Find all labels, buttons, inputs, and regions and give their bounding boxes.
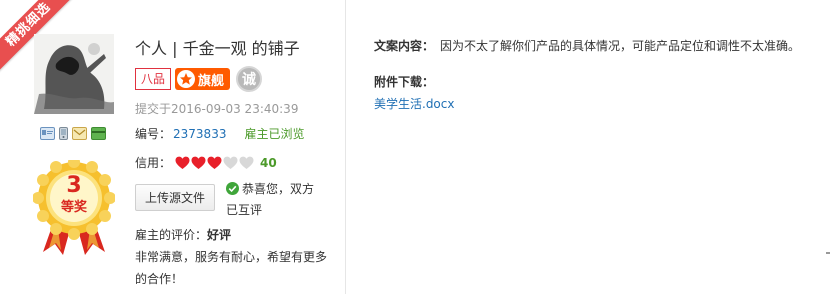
- content-value: 因为不太了解你们产品的具体情况，可能产品定位和调性不太准确。: [440, 39, 801, 53]
- heart-icon: [191, 156, 206, 170]
- avatar[interactable]: [34, 34, 114, 114]
- credit-row: 信用： 40: [135, 154, 277, 171]
- review-text: 非常满意，服务有耐心，希望有更多的合作！: [135, 250, 328, 286]
- avatar-image: [34, 34, 114, 114]
- work-detail-panel: 文案内容： 因为不太了解你们产品的具体情况，可能产品定位和调性不太准确。 附件下载…: [347, 0, 830, 294]
- review-rating: 好评: [207, 228, 232, 242]
- check-circle-icon: [226, 182, 239, 195]
- mutual-review-text: 恭喜您，双方已互评: [226, 182, 315, 217]
- upload-source-button[interactable]: 上传源文件: [135, 184, 215, 211]
- order-number-link[interactable]: 2373833: [173, 127, 226, 141]
- integrity-badge: 诚: [236, 66, 263, 92]
- credit-score: 40: [260, 155, 277, 170]
- medal-label: 等奖: [60, 200, 87, 215]
- order-row: 编号： 2373833 雇主已浏览: [135, 125, 304, 142]
- heart-icon: [223, 156, 238, 170]
- content-row: 文案内容： 因为不太了解你们产品的具体情况，可能产品定位和调性不太准确。: [374, 37, 800, 54]
- attachment-file-link[interactable]: 美学生活.docx: [374, 97, 454, 111]
- bank-card-icon[interactable]: [91, 127, 106, 140]
- submit-time: 提交于2016-09-03 23:40:39: [135, 102, 299, 116]
- credit-label: 信用：: [135, 156, 172, 170]
- heart-icon: [175, 156, 190, 170]
- award-medal: 3 等奖: [32, 156, 116, 256]
- email-icon[interactable]: [72, 127, 87, 140]
- flagship-label: 旗舰: [198, 73, 225, 89]
- review-label: 雇主的评价：: [135, 228, 208, 242]
- phone-icon[interactable]: [59, 127, 68, 140]
- attachment-file-row: 美学生活.docx: [374, 95, 454, 112]
- content-label: 文案内容：: [374, 39, 435, 53]
- attachment-label: 附件下载：: [374, 75, 435, 89]
- viewed-status: 雇主已浏览: [244, 127, 305, 141]
- level-badge: 八品: [135, 68, 172, 90]
- work-card: 精挑细选 3 等奖 个人 | 千金一观 的铺子 八品 旗舰 诚 提交于2016-…: [0, 0, 346, 294]
- id-card-icon[interactable]: [40, 127, 55, 140]
- heart-icon: [239, 156, 254, 170]
- order-label: 编号：: [135, 127, 172, 141]
- flagship-badge: 旗舰: [175, 68, 231, 90]
- star-icon: [177, 70, 196, 88]
- attachment-row: 附件下载：: [374, 73, 434, 90]
- mutual-review-status: 恭喜您，双方已互评: [226, 179, 322, 221]
- verification-icons: [40, 127, 106, 140]
- edge-marker: [826, 252, 830, 254]
- shop-title[interactable]: 个人 | 千金一观 的铺子: [135, 35, 300, 59]
- employer-review: 雇主的评价：好评: [135, 226, 231, 243]
- credit-hearts: [175, 156, 254, 170]
- shop-badges: 八品 旗舰 诚: [135, 66, 263, 92]
- heart-icon: [207, 156, 222, 170]
- medal-rank: 3: [66, 173, 82, 198]
